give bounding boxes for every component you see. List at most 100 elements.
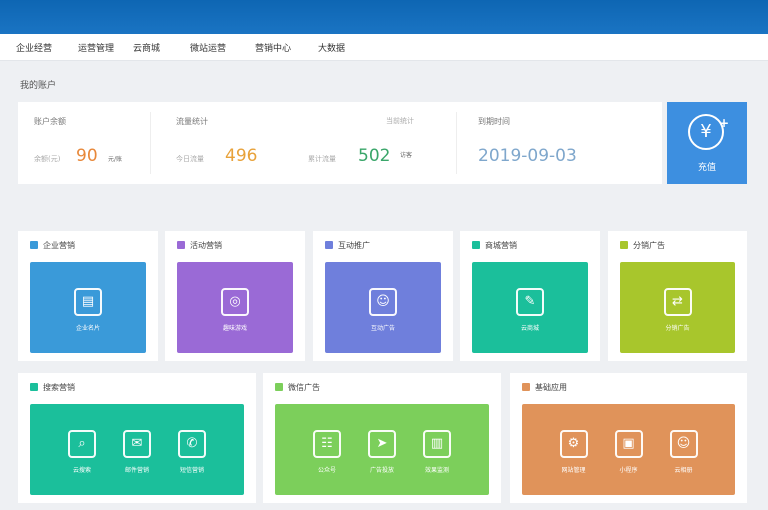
balance-label: 账户余额 — [34, 117, 66, 126]
card-panel: ☷ 公众号 ➤ 广告投放 ▥ 效果监测 — [275, 404, 489, 495]
nav-item-5[interactable]: 营销中心 — [255, 41, 291, 54]
card-title-text: 活动营销 — [190, 241, 222, 250]
total-traffic-value: 502 — [358, 146, 391, 166]
title-marker — [522, 383, 530, 391]
card-icon: ▤ — [74, 288, 102, 316]
card-1: 企业营销 ▤ 企业名片 — [18, 231, 158, 361]
today-traffic-value: 496 — [225, 146, 258, 166]
compass-icon: ◎ — [221, 288, 249, 316]
wechat-icon: ☷ — [313, 430, 341, 458]
divider — [456, 112, 457, 174]
chart-icon: ▥ — [423, 430, 451, 458]
main-nav: 企业经营 运营管理 云商城 微站运营 营销中心 大数据 — [0, 34, 768, 61]
card-title-text: 互动推广 — [338, 241, 370, 250]
title-marker — [472, 241, 480, 249]
card-title: 基础应用 — [522, 382, 567, 393]
mail-icon: ✉ — [123, 430, 151, 458]
expiry-label: 到期时间 — [478, 117, 510, 126]
nav-item-1[interactable]: 企业经营 — [16, 41, 52, 54]
card-panel: ☺ 互动广告 — [325, 262, 441, 353]
title-marker — [275, 383, 283, 391]
divider — [150, 112, 151, 174]
send-icon: ➤ — [368, 430, 396, 458]
send-button[interactable]: ➤ 广告投放 — [357, 430, 407, 474]
card-panel: ⌕ 云搜索 ✉ 邮件营销 ✆ 短信营销 — [30, 404, 244, 495]
balance-value: 90 — [76, 146, 98, 166]
total-traffic-label: 累计流量 — [308, 155, 336, 163]
edit-icon: ✎ — [516, 288, 544, 316]
recharge-button[interactable]: ¥ 充值 — [667, 102, 747, 184]
button-label: 网站管理 — [561, 467, 586, 474]
card-5: 分销广告 ⇄ 分销广告 — [608, 231, 747, 361]
share-button[interactable]: ⇄ 分销广告 — [653, 288, 703, 332]
smile-icon: ☺ — [669, 430, 698, 458]
button-label: 广告投放 — [369, 467, 394, 474]
title-marker — [620, 241, 628, 249]
yen-icon: ¥ — [688, 107, 729, 150]
app-button[interactable]: ▣ 小程序 — [604, 430, 654, 474]
account-section-title: 我的账户 — [20, 81, 57, 91]
nav-item-6[interactable]: 大数据 — [318, 41, 345, 54]
chat-button[interactable]: ☺ 互动广告 — [358, 288, 408, 332]
card-title-text: 商城营销 — [485, 241, 517, 250]
mail-button[interactable]: ✉ 邮件营销 — [112, 430, 162, 474]
recharge-label: 充值 — [697, 163, 716, 173]
title-marker — [30, 241, 38, 249]
edit-button[interactable]: ✎ 云商城 — [505, 288, 555, 332]
title-marker — [325, 241, 333, 249]
button-label: 小程序 — [619, 467, 638, 474]
traffic-label: 流量统计 — [176, 117, 208, 126]
chart-button[interactable]: ▥ 效果监测 — [412, 430, 462, 474]
account-summary-panel: 账户余额 余额(元) 90 元/账 流量统计 当前统计 今日流量 496 累计流… — [18, 102, 662, 184]
card-title-text: 分销广告 — [633, 241, 665, 250]
card-title-text: 企业营销 — [43, 241, 75, 250]
button-label: 云相册 — [674, 467, 693, 474]
card-panel: ⚙ 网站管理 ▣ 小程序 ☺ 云相册 — [522, 404, 735, 495]
card-8: 基础应用 ⚙ 网站管理 ▣ 小程序 ☺ 云相册 — [510, 373, 747, 503]
button-label: 公众号 — [317, 467, 336, 474]
card-title: 分销广告 — [620, 240, 665, 251]
search-button[interactable]: ⌕ 云搜索 — [57, 430, 107, 474]
card-panel: ✎ 云商城 — [472, 262, 588, 353]
nav-item-3[interactable]: 云商城 — [133, 41, 160, 54]
message-icon: ✆ — [178, 430, 206, 458]
button-label: 云搜索 — [72, 467, 91, 474]
card-2: 活动营销 ◎ 趣味游戏 — [165, 231, 305, 361]
card-title: 活动营销 — [177, 240, 222, 251]
smile-button[interactable]: ☺ 云相册 — [659, 430, 709, 474]
card-title: 微信广告 — [275, 382, 320, 393]
today-traffic-label: 今日流量 — [176, 155, 204, 163]
card-7: 微信广告 ☷ 公众号 ➤ 广告投放 ▥ 效果监测 — [263, 373, 501, 503]
top-header-bar — [0, 0, 768, 34]
gear-button[interactable]: ⚙ 网站管理 — [549, 430, 599, 474]
expiry-date: 2019-09-03 — [478, 146, 577, 166]
card-title: 互动推广 — [325, 240, 370, 251]
chat-icon: ☺ — [369, 288, 397, 316]
wechat-button[interactable]: ☷ 公众号 — [302, 430, 352, 474]
nav-item-2[interactable]: 运营管理 — [78, 41, 114, 54]
card-title-text: 微信广告 — [288, 383, 320, 392]
title-marker — [177, 241, 185, 249]
traffic-note: 当前统计 — [386, 117, 414, 125]
card-4: 商城营销 ✎ 云商城 — [460, 231, 600, 361]
balance-sub-label: 余额(元) — [34, 155, 61, 163]
card-title: 商城营销 — [472, 240, 517, 251]
button-label: 分销广告 — [665, 325, 690, 332]
card-button[interactable]: ▤ 企业名片 — [63, 288, 113, 332]
button-label: 企业名片 — [75, 325, 100, 332]
nav-item-4[interactable]: 微站运营 — [190, 41, 226, 54]
button-label: 趣味游戏 — [222, 325, 247, 332]
card-panel: ◎ 趣味游戏 — [177, 262, 293, 353]
message-button[interactable]: ✆ 短信营销 — [167, 430, 217, 474]
balance-unit: 元/账 — [108, 156, 123, 163]
title-marker — [30, 383, 38, 391]
card-title: 企业营销 — [30, 240, 75, 251]
card-6: 搜索营销 ⌕ 云搜索 ✉ 邮件营销 ✆ 短信营销 — [18, 373, 256, 503]
card-3: 互动推广 ☺ 互动广告 — [313, 231, 453, 361]
button-label: 互动广告 — [370, 325, 395, 332]
card-panel: ▤ 企业名片 — [30, 262, 146, 353]
button-label: 云商城 — [520, 325, 539, 332]
card-title-text: 基础应用 — [535, 383, 567, 392]
card-panel: ⇄ 分销广告 — [620, 262, 735, 353]
compass-button[interactable]: ◎ 趣味游戏 — [210, 288, 260, 332]
